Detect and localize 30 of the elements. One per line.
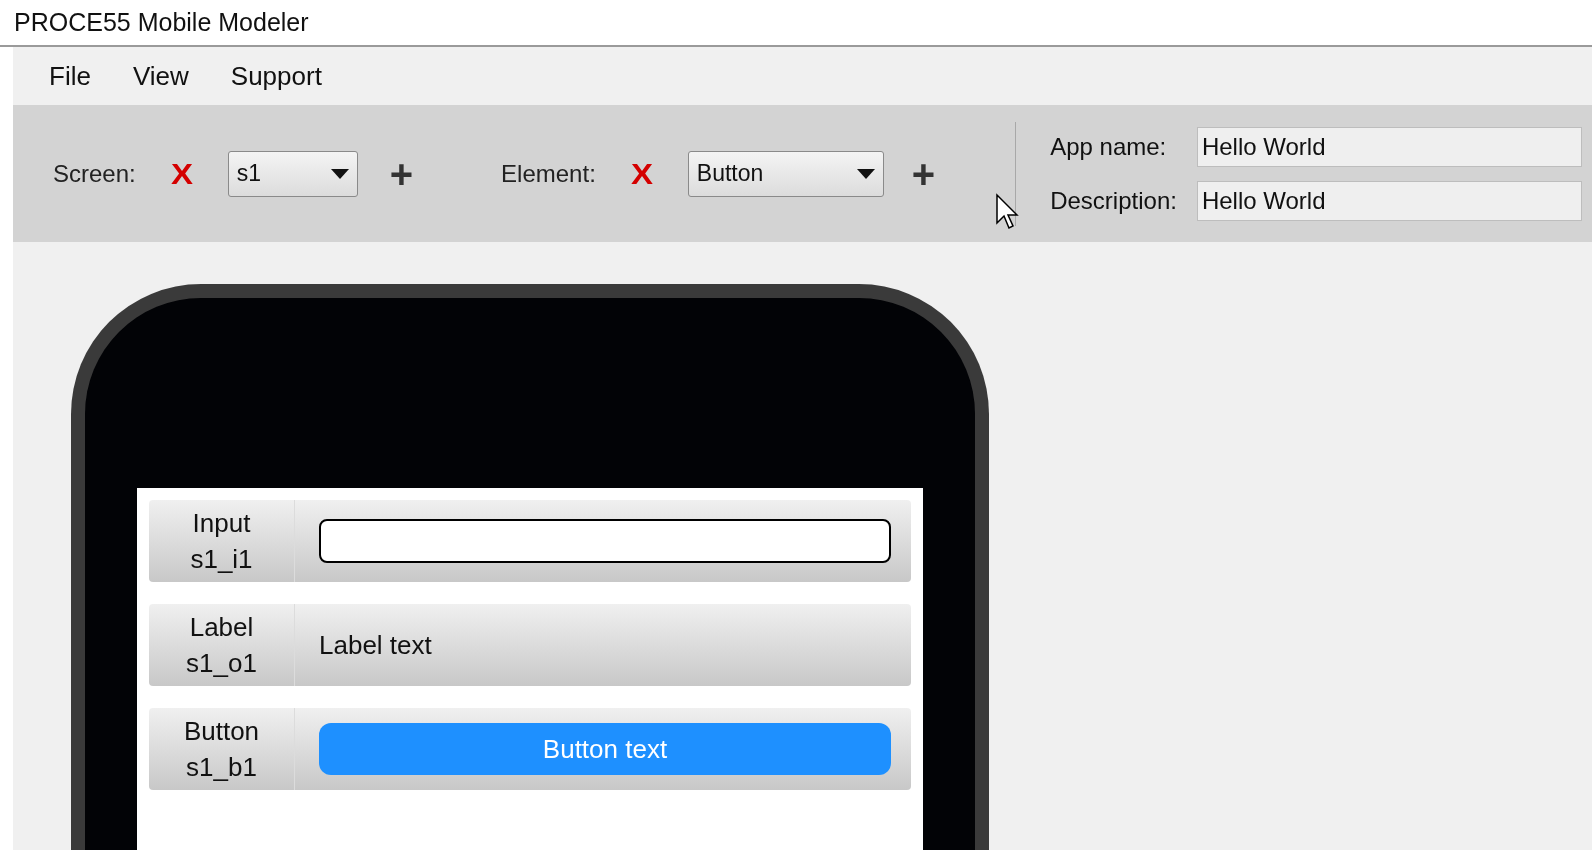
element-type: Input: [192, 507, 251, 540]
input-field[interactable]: [319, 519, 891, 563]
element-id: s1_o1: [186, 647, 257, 680]
element-id: s1_i1: [190, 543, 253, 576]
mouse-cursor-icon: [995, 193, 1019, 231]
dropdown-caret-icon: [330, 168, 349, 179]
menu-item[interactable]: Support: [230, 56, 322, 96]
element-row[interactable]: Input s1_i1: [149, 500, 911, 582]
window-title: PROCE55 Mobile Modeler: [14, 6, 309, 38]
add-button[interactable]: +: [389, 153, 414, 194]
element-id: s1_b1: [186, 751, 257, 784]
description-field[interactable]: Hello World: [1196, 180, 1582, 221]
field-label: Screen:: [53, 158, 136, 189]
element-type: Button: [183, 715, 260, 748]
menu-item[interactable]: View: [132, 56, 189, 96]
remove-button[interactable]: X: [630, 158, 653, 189]
remove-button[interactable]: X: [170, 158, 193, 189]
menu-item[interactable]: File: [49, 56, 91, 96]
element-type: Label: [189, 611, 254, 644]
label-text: Label text: [319, 628, 432, 662]
field-label: Element:: [501, 158, 596, 189]
element-row[interactable]: Button s1_b1 Button text: [149, 708, 911, 790]
field-label: Description:: [1050, 185, 1177, 216]
dropdown[interactable]: Button: [687, 150, 884, 197]
dropdown-caret-icon: [856, 168, 875, 179]
app-name-field[interactable]: Hello World: [1196, 126, 1582, 167]
field-label: App name:: [1050, 131, 1168, 162]
element-row[interactable]: Label s1_o1 Label text: [149, 604, 911, 686]
add-button[interactable]: +: [911, 153, 936, 194]
dropdown[interactable]: s1: [227, 150, 358, 197]
